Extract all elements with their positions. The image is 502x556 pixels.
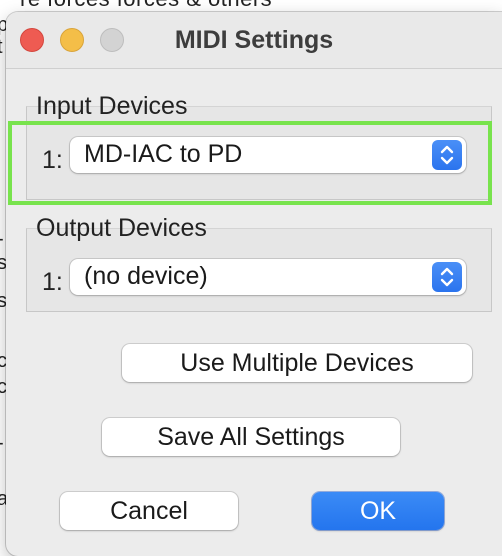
background-text: t [0, 36, 3, 59]
save-all-settings-button[interactable]: Save All Settings [102, 418, 400, 456]
output-device-index: 1: [42, 268, 63, 296]
input-devices-label: Input Devices [36, 92, 188, 120]
chevron-up-down-icon [432, 140, 462, 170]
window-title: MIDI Settings [174, 26, 334, 54]
output-device-value: (no device) [84, 262, 208, 290]
input-device-value: MD-IAC to PD [84, 140, 243, 168]
background-text: - [0, 432, 4, 455]
input-device-popup[interactable]: MD-IAC to PD [70, 137, 466, 173]
title-bar[interactable]: MIDI Settings [6, 12, 502, 69]
midi-settings-dialog: MIDI Settings Input Devices 1: MD-IAC to… [6, 12, 502, 556]
background-text: re forces forces & others [20, 0, 272, 12]
background-text: - [0, 228, 4, 251]
ok-button[interactable]: OK [312, 492, 444, 530]
use-multiple-devices-button[interactable]: Use Multiple Devices [122, 344, 472, 382]
cancel-button[interactable]: Cancel [60, 492, 238, 530]
output-devices-label: Output Devices [36, 214, 207, 242]
output-device-popup[interactable]: (no device) [70, 259, 466, 295]
chevron-up-down-icon [432, 262, 462, 292]
input-device-index: 1: [42, 146, 63, 174]
